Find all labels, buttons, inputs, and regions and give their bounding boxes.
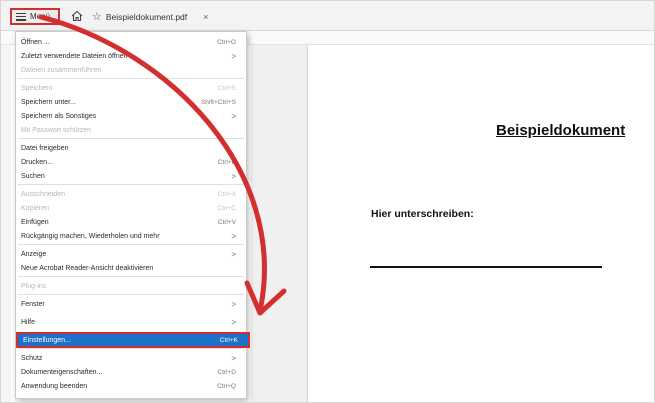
menu-separator — [18, 276, 244, 277]
chevron-right-icon: > — [231, 171, 236, 181]
menu-item-label: Drucken... — [21, 158, 53, 166]
chevron-right-icon: > — [231, 231, 236, 241]
menu-item-merge-files: Dateien zusammenführen — [16, 64, 246, 76]
menu-item-label: Plug-ins — [21, 282, 47, 290]
menu-item-window[interactable]: Fenster > — [16, 298, 246, 310]
left-pane — [1, 45, 11, 402]
menu-item-label: Speichern unter... — [21, 98, 76, 106]
tab-title: Beispieldokument.pdf — [105, 12, 188, 22]
menu-item-protection[interactable]: Schutz > — [16, 352, 246, 364]
menu-item-label: Speichern — [21, 84, 53, 92]
menu-item-exit[interactable]: Anwendung beenden Ctrl+Q — [16, 380, 246, 392]
main-menu: Öffnen ... Ctrl+O Zuletzt verwendete Date… — [15, 31, 250, 399]
chevron-right-icon: > — [231, 51, 236, 61]
tab-document[interactable]: ☆ Beispieldokument.pdf × — [92, 6, 210, 28]
menu-item-label: Datei freigeben — [21, 144, 69, 152]
menu-item-label: Rückgängig machen, Wiederholen und mehr — [21, 232, 160, 240]
menu-item-view[interactable]: Anzeige > — [16, 248, 246, 260]
menu-separator — [18, 348, 244, 349]
menu-item-label: Suchen — [21, 172, 45, 180]
chevron-right-icon: > — [231, 299, 236, 309]
home-icon[interactable] — [71, 10, 83, 22]
menu-item-search[interactable]: Suchen > — [16, 170, 246, 182]
chevron-right-icon: > — [231, 249, 236, 259]
document-page — [307, 45, 654, 402]
tab-bar: Menü ☆ Beispieldokument.pdf × — [1, 1, 654, 31]
menu-button[interactable]: Menü — [10, 8, 60, 25]
menu-item-label: Hilfe — [21, 318, 36, 326]
menu-item-disable-new-view[interactable]: Neue Acrobat Reader-Ansicht deaktivieren — [16, 262, 246, 274]
menu-item-label: Mit Passwort schützen — [21, 126, 92, 134]
hamburger-icon — [16, 12, 26, 21]
menu-item-label: Kopieren — [21, 204, 50, 212]
menu-separator — [18, 294, 244, 295]
menu-item-shortcut: Ctrl+C — [217, 204, 236, 212]
menu-item-password-protect: Mit Passwort schützen — [16, 124, 246, 136]
signature-label: Hier unterschreiben: — [371, 208, 474, 220]
menu-item-shortcut: Shift+Ctrl+S — [200, 98, 236, 106]
menu-item-shortcut: Ctrl+P — [217, 158, 236, 166]
menu-item-cut: Ausschneiden Ctrl+X — [16, 188, 246, 200]
chevron-right-icon: > — [231, 111, 236, 121]
menu-item-label: Speichern als Sonstiges — [21, 112, 97, 120]
menu-item-shortcut: Ctrl+O — [217, 38, 236, 46]
menu-item-save: Speichern Ctrl+S — [16, 82, 246, 94]
menu-item-shortcut: Ctrl+X — [217, 190, 236, 198]
menu-item-preferences[interactable]: Einstellungen... Ctrl+K — [16, 332, 250, 348]
menu-item-label: Neue Acrobat Reader-Ansicht deaktivieren — [21, 264, 154, 272]
menu-item-label: Zuletzt verwendete Dateien öffnen — [21, 52, 128, 60]
menu-item-label: Dateien zusammenführen — [21, 66, 102, 74]
menu-item-save-as-other[interactable]: Speichern als Sonstiges > — [16, 110, 246, 122]
menu-separator — [18, 244, 244, 245]
menu-item-share-file[interactable]: Datei freigeben — [16, 142, 246, 154]
menu-item-print[interactable]: Drucken... Ctrl+P — [16, 156, 246, 168]
close-icon[interactable]: × — [203, 12, 208, 22]
menu-item-label: Öffnen ... — [21, 38, 50, 46]
menu-item-recent-files[interactable]: Zuletzt verwendete Dateien öffnen > — [16, 50, 246, 62]
signature-line — [370, 266, 602, 268]
chevron-right-icon: > — [231, 353, 236, 363]
chevron-right-icon: > — [231, 317, 236, 327]
app-window: Menü ☆ Beispieldokument.pdf × Beispieldo… — [0, 0, 655, 403]
menu-item-copy: Kopieren Ctrl+C — [16, 202, 246, 214]
menu-item-shortcut: Ctrl+K — [219, 336, 238, 344]
menu-item-paste[interactable]: Einfügen Ctrl+V — [16, 216, 246, 228]
menu-item-label: Anwendung beenden — [21, 382, 88, 390]
menu-item-label: Einfügen — [21, 218, 49, 226]
menu-item-label: Dokumenteigenschaften... — [21, 368, 103, 376]
menu-separator — [18, 78, 244, 79]
menu-item-shortcut: Ctrl+Q — [217, 382, 236, 390]
menu-separator — [18, 184, 244, 185]
menu-separator — [18, 138, 244, 139]
menu-item-label: Ausschneiden — [21, 190, 65, 198]
menu-item-label: Schutz — [21, 354, 43, 362]
menu-item-help[interactable]: Hilfe > — [16, 316, 246, 328]
menu-item-label: Fenster — [21, 300, 45, 308]
menu-item-plugins: Plug-ins — [16, 280, 246, 292]
menu-item-open[interactable]: Öffnen ... Ctrl+O — [16, 36, 246, 48]
menu-item-shortcut: Ctrl+S — [217, 84, 236, 92]
star-icon[interactable]: ☆ — [92, 11, 102, 23]
menu-item-shortcut: Ctrl+D — [217, 368, 236, 376]
menu-button-label: Menü — [30, 12, 51, 21]
menu-item-label: Einstellungen... — [23, 336, 71, 344]
menu-item-undo-redo[interactable]: Rückgängig machen, Wiederholen und mehr > — [16, 230, 246, 242]
document-title: Beispieldokument — [496, 122, 626, 139]
menu-item-shortcut: Ctrl+V — [217, 218, 236, 226]
menu-item-document-properties[interactable]: Dokumenteigenschaften... Ctrl+D — [16, 366, 246, 378]
menu-item-save-as[interactable]: Speichern unter... Shift+Ctrl+S — [16, 96, 246, 108]
menu-item-label: Anzeige — [21, 250, 47, 258]
